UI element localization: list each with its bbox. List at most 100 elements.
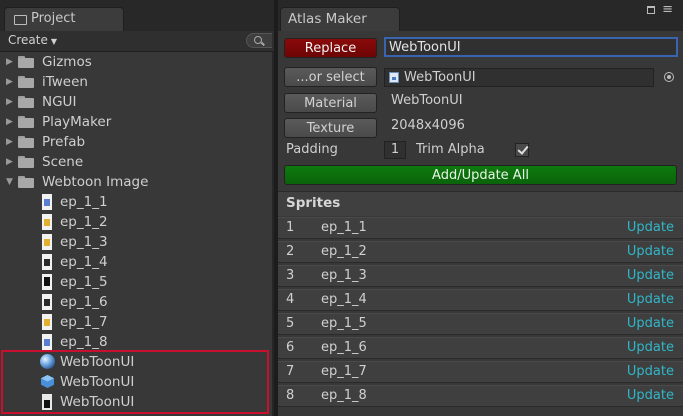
- sprite-name: ep_1_2: [321, 244, 367, 259]
- image-thumbnail-icon: [42, 194, 52, 210]
- sprite-row: 8 ep_1_8 Update: [278, 385, 683, 407]
- tree-folder-gizmos[interactable]: ▶ Gizmos: [0, 52, 270, 72]
- tree-item-label: Webtoon Image: [42, 174, 149, 190]
- tree-asset-ep-1-8[interactable]: ep_1_8: [0, 332, 270, 352]
- folder-open-icon: [18, 176, 36, 188]
- material-button[interactable]: Material: [284, 93, 377, 113]
- image-thumbnail-icon: [42, 294, 52, 310]
- sprite-name: ep_1_8: [321, 388, 367, 403]
- chevron-right-icon[interactable]: ▶: [6, 52, 14, 72]
- sprite-index: 6: [286, 340, 295, 355]
- tab-project[interactable]: Project: [4, 7, 124, 31]
- project-panel: Project Create ▼ ▶ Gizmos ▶ iTween ▶ NGUI…: [0, 0, 274, 416]
- tree-item-label: ep_1_8: [60, 334, 108, 350]
- sprite-update-button[interactable]: Update: [627, 244, 674, 259]
- sprite-update-button[interactable]: Update: [627, 292, 674, 307]
- folder-icon: [18, 156, 36, 168]
- tree-folder-prefab[interactable]: ▶ Prefab: [0, 132, 270, 152]
- sprite-update-button[interactable]: Update: [627, 340, 674, 355]
- sprite-index: 7: [286, 364, 295, 379]
- sprite-name: ep_1_7: [321, 364, 367, 379]
- tree-asset-ep-1-1[interactable]: ep_1_1: [0, 192, 270, 212]
- add-update-all-label: Add/Update All: [432, 168, 529, 183]
- sprite-update-button[interactable]: Update: [627, 388, 674, 403]
- sprite-update-button[interactable]: Update: [627, 268, 674, 283]
- sprite-update-button[interactable]: Update: [627, 364, 674, 379]
- atlas-name-input[interactable]: [384, 37, 678, 57]
- sprite-index: 8: [286, 388, 295, 403]
- sprite-row: 4 ep_1_4 Update: [278, 289, 683, 311]
- menu-icon[interactable]: ≡: [662, 3, 673, 16]
- folder-icon: [18, 116, 36, 128]
- sprite-update-button[interactable]: Update: [627, 220, 674, 235]
- or-select-button[interactable]: ...or select: [284, 67, 377, 87]
- chevron-right-icon[interactable]: ▶: [6, 132, 14, 152]
- padding-input[interactable]: 1: [384, 141, 406, 159]
- chevron-right-icon[interactable]: ▶: [6, 92, 14, 112]
- material-value: WebToonUI: [391, 93, 463, 108]
- add-update-all-button[interactable]: Add/Update All: [284, 165, 677, 185]
- chevron-right-icon[interactable]: ▶: [6, 112, 14, 132]
- chevron-down-icon: ▼: [50, 37, 58, 46]
- atlas-tabbar: Atlas Maker ≡: [278, 0, 683, 31]
- padding-label: Padding: [286, 142, 338, 157]
- texture-size-value: 2048x4096: [391, 118, 465, 133]
- sprite-name: ep_1_3: [321, 268, 367, 283]
- tree-asset-ep-1-3[interactable]: ep_1_3: [0, 232, 270, 252]
- sprite-index: 3: [286, 268, 295, 283]
- sprites-section-header[interactable]: Sprites: [278, 191, 683, 216]
- search-icon[interactable]: [246, 33, 272, 48]
- trim-alpha-checkbox[interactable]: [515, 143, 529, 157]
- sprite-name: ep_1_4: [321, 292, 367, 307]
- atlas-asset-icon: [389, 72, 399, 83]
- tree-asset-ep-1-7[interactable]: ep_1_7: [0, 312, 270, 332]
- sprite-name: ep_1_5: [321, 316, 367, 331]
- sprite-row: 7 ep_1_7 Update: [278, 361, 683, 383]
- chevron-down-icon[interactable]: ▼: [6, 172, 14, 192]
- tree-item-label: ep_1_7: [60, 314, 108, 330]
- sprite-name: ep_1_1: [321, 220, 367, 235]
- tree-folder-playmaker[interactable]: ▶ PlayMaker: [0, 112, 270, 132]
- tree-item-label: Scene: [42, 154, 84, 170]
- material-button-label: Material: [304, 96, 357, 111]
- tree-item-label: iTween: [42, 74, 88, 90]
- highlight-box: [1, 350, 269, 414]
- project-window-icon: [13, 14, 27, 25]
- selected-atlas-value: WebToonUI: [404, 70, 476, 85]
- atlas-object-field[interactable]: WebToonUI: [384, 68, 654, 87]
- chevron-right-icon[interactable]: ▶: [6, 72, 14, 92]
- tree-item-label: ep_1_3: [60, 234, 108, 250]
- sprite-update-button[interactable]: Update: [627, 316, 674, 331]
- tree-asset-ep-1-6[interactable]: ep_1_6: [0, 292, 270, 312]
- image-thumbnail-icon: [42, 314, 52, 330]
- tree-folder-itween[interactable]: ▶ iTween: [0, 72, 270, 92]
- sprite-row: 1 ep_1_1 Update: [278, 217, 683, 239]
- create-dropdown-button[interactable]: Create ▼: [8, 33, 57, 49]
- tree-item-label: ep_1_6: [60, 294, 108, 310]
- replace-button[interactable]: Replace: [284, 38, 377, 58]
- sprites-header-label: Sprites: [286, 195, 341, 211]
- chevron-right-icon[interactable]: ▶: [6, 152, 14, 172]
- texture-button[interactable]: Texture: [284, 118, 377, 138]
- tree-asset-ep-1-5[interactable]: ep_1_5: [0, 272, 270, 292]
- tree-folder-webtoon-image[interactable]: ▼ Webtoon Image: [0, 172, 270, 192]
- sprite-row: 6 ep_1_6 Update: [278, 337, 683, 359]
- sprite-row: 5 ep_1_5 Update: [278, 313, 683, 335]
- tree-item-label: ep_1_4: [60, 254, 108, 270]
- tree-item-label: ep_1_1: [60, 194, 108, 210]
- tree-asset-ep-1-4[interactable]: ep_1_4: [0, 252, 270, 272]
- tree-asset-ep-1-2[interactable]: ep_1_2: [0, 212, 270, 232]
- sprite-index: 5: [286, 316, 295, 331]
- or-select-label: ...or select: [296, 70, 365, 85]
- trim-alpha-label: Trim Alpha: [416, 142, 485, 157]
- tree-item-label: PlayMaker: [42, 114, 112, 130]
- tree-item-label: Gizmos: [42, 54, 92, 70]
- maximize-icon[interactable]: [647, 6, 655, 14]
- object-picker-icon[interactable]: [664, 72, 674, 82]
- tree-folder-scene[interactable]: ▶ Scene: [0, 152, 270, 172]
- tree-folder-ngui[interactable]: ▶ NGUI: [0, 92, 270, 112]
- sprite-index: 2: [286, 244, 295, 259]
- tab-atlas-maker[interactable]: Atlas Maker: [280, 7, 400, 31]
- folder-icon: [18, 56, 36, 68]
- tab-atlas-maker-label: Atlas Maker: [288, 11, 367, 27]
